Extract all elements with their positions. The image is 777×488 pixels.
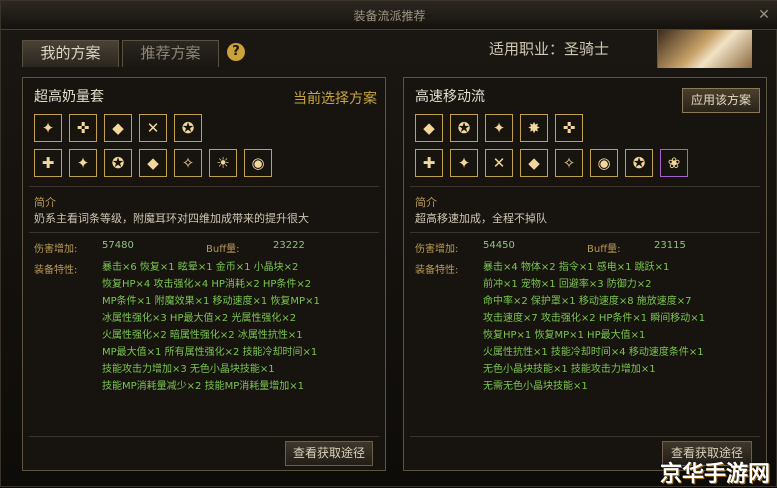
plan-name: 高速移动流: [415, 89, 485, 105]
trait-line: 暴击×6 恢复×1 眩晕×1 金币×1 小晶块×2: [102, 262, 299, 273]
trait-line: 冰属性强化×3 HP最大值×2 光属性强化×2: [102, 313, 297, 324]
trait-line: 技能MP消耗量减少×2 技能MP消耗量增加×1: [102, 381, 304, 392]
divider: [410, 436, 760, 437]
equip-icon[interactable]: ✪: [625, 149, 653, 177]
equip-icon-row-1: ✦ ✜ ◆ ✕ ✪: [34, 114, 202, 142]
title-bar[interactable]: 装备流派推荐 ✕: [1, 1, 777, 30]
equip-icon[interactable]: ✜: [555, 114, 583, 142]
equip-icon[interactable]: ✸: [520, 114, 548, 142]
divider: [410, 232, 760, 233]
traits-label: 装备特性:: [34, 265, 78, 276]
view-source-button[interactable]: 查看获取途径: [285, 441, 373, 466]
equip-icon[interactable]: ◆: [104, 114, 132, 142]
buff-value: 23222: [273, 240, 305, 251]
trait-line: 恢复HP×1 恢复MP×1 HP最大值×1: [483, 330, 646, 341]
trait-line: 攻击速度×7 攻击强化×2 HP条件×1 瞬间移动×1: [483, 313, 706, 324]
traits-label: 装备特性:: [415, 265, 459, 276]
plan-panel-left: 超高奶量套 当前选择方案 ✦ ✜ ◆ ✕ ✪ ✚ ✦ ✪ ◆ ✧ ☀ ◉ 简介 …: [22, 77, 386, 471]
damage-value: 54450: [483, 240, 515, 251]
job-label: 适用职业：圣骑士: [489, 40, 610, 58]
trait-line: 火属性强化×2 暗属性强化×2 冰属性抗性×1: [102, 330, 303, 341]
equip-icon[interactable]: ✪: [174, 114, 202, 142]
plan-panel-right: 高速移动流 应用该方案 ◆ ✪ ✦ ✸ ✜ ✚ ✦ ✕ ◆ ✧ ◉ ✪ ❀ 简介…: [403, 77, 767, 471]
window-title: 装备流派推荐: [353, 9, 426, 23]
trait-line: MP条件×1 附魔效果×1 移动速度×1 恢复MP×1: [102, 296, 320, 307]
trait-line: 火属性抗性×1 技能冷却时间×4 移动速度条件×1: [483, 347, 704, 358]
trait-line: 前冲×1 宠物×1 回避率×3 防御力×2: [483, 279, 652, 290]
trait-line: 无色小晶块技能×1 技能攻击力增加×1: [483, 364, 656, 375]
buff-value: 23115: [654, 240, 686, 251]
equip-icon[interactable]: ✕: [485, 149, 513, 177]
trait-line: 无需无色小晶块技能×1: [483, 381, 588, 392]
trait-line: 暴击×4 物体×2 指令×1 感电×1 跳跃×1: [483, 262, 670, 273]
buff-label: Buff量:: [587, 244, 621, 255]
equip-icon[interactable]: ✦: [69, 149, 97, 177]
divider: [29, 232, 379, 233]
divider: [29, 436, 379, 437]
help-icon[interactable]: ?: [227, 43, 245, 61]
equip-icon[interactable]: ◉: [244, 149, 272, 177]
equip-icon[interactable]: ✦: [485, 114, 513, 142]
equip-icon[interactable]: ◆: [415, 114, 443, 142]
equip-icon[interactable]: ✪: [104, 149, 132, 177]
trait-line: 恢复HP×4 攻击强化×4 HP消耗×2 HP条件×2: [102, 279, 312, 290]
trait-line: 技能攻击力增加×3 无色小晶块技能×1: [102, 364, 275, 375]
plan-name: 超高奶量套: [34, 89, 104, 105]
tab-my-plan[interactable]: 我的方案: [22, 40, 119, 67]
close-icon[interactable]: ✕: [756, 7, 772, 23]
section-label-intro: 简介: [415, 196, 437, 209]
trait-line: MP最大值×1 所有属性强化×2 技能冷却时间×1: [102, 347, 318, 358]
equip-icon[interactable]: ✕: [139, 114, 167, 142]
divider: [29, 186, 379, 187]
damage-label: 伤害增加:: [34, 244, 78, 255]
divider: [410, 186, 760, 187]
equip-icon[interactable]: ✪: [450, 114, 478, 142]
damage-label: 伤害增加:: [415, 244, 459, 255]
section-label-intro: 简介: [34, 196, 56, 209]
equipment-recommend-window: 装备流派推荐 ✕ 我的方案 推荐方案 ? 适用职业：圣骑士 超高奶量套 当前选择…: [0, 0, 777, 487]
trait-line: 命中率×2 保护罩×1 移动速度×8 施放速度×7: [483, 296, 692, 307]
current-selection-status: 当前选择方案: [293, 91, 377, 107]
equip-icon[interactable]: ✜: [69, 114, 97, 142]
equip-icon[interactable]: ◆: [520, 149, 548, 177]
equip-icon[interactable]: ✦: [450, 149, 478, 177]
tab-recommended-plan[interactable]: 推荐方案: [122, 40, 219, 67]
equip-icon[interactable]: ✦: [34, 114, 62, 142]
equip-icon-row-2: ✚ ✦ ✪ ◆ ✧ ☀ ◉: [34, 149, 272, 177]
plan-description: 超高移速加成，全程不掉队: [415, 212, 547, 225]
equip-icon[interactable]: ✧: [174, 149, 202, 177]
damage-value: 57480: [102, 240, 134, 251]
equip-icon[interactable]: ❀: [660, 149, 688, 177]
equip-icon[interactable]: ◆: [139, 149, 167, 177]
buff-label: Buff量:: [206, 244, 240, 255]
equip-icon-row-2: ✚ ✦ ✕ ◆ ✧ ◉ ✪ ❀: [415, 149, 688, 177]
equip-icon-row-1: ◆ ✪ ✦ ✸ ✜: [415, 114, 583, 142]
apply-plan-button[interactable]: 应用该方案: [682, 88, 760, 113]
plan-description: 奶系主看词条等级，附魔耳环对四维加成带来的提升很大: [34, 212, 309, 225]
equip-icon[interactable]: ☀: [209, 149, 237, 177]
equip-icon[interactable]: ✚: [34, 149, 62, 177]
equip-icon[interactable]: ✚: [415, 149, 443, 177]
watermark-logo: 京华手游网: [659, 462, 770, 487]
equip-icon[interactable]: ◉: [590, 149, 618, 177]
equip-icon[interactable]: ✧: [555, 149, 583, 177]
character-portrait: [657, 30, 752, 68]
